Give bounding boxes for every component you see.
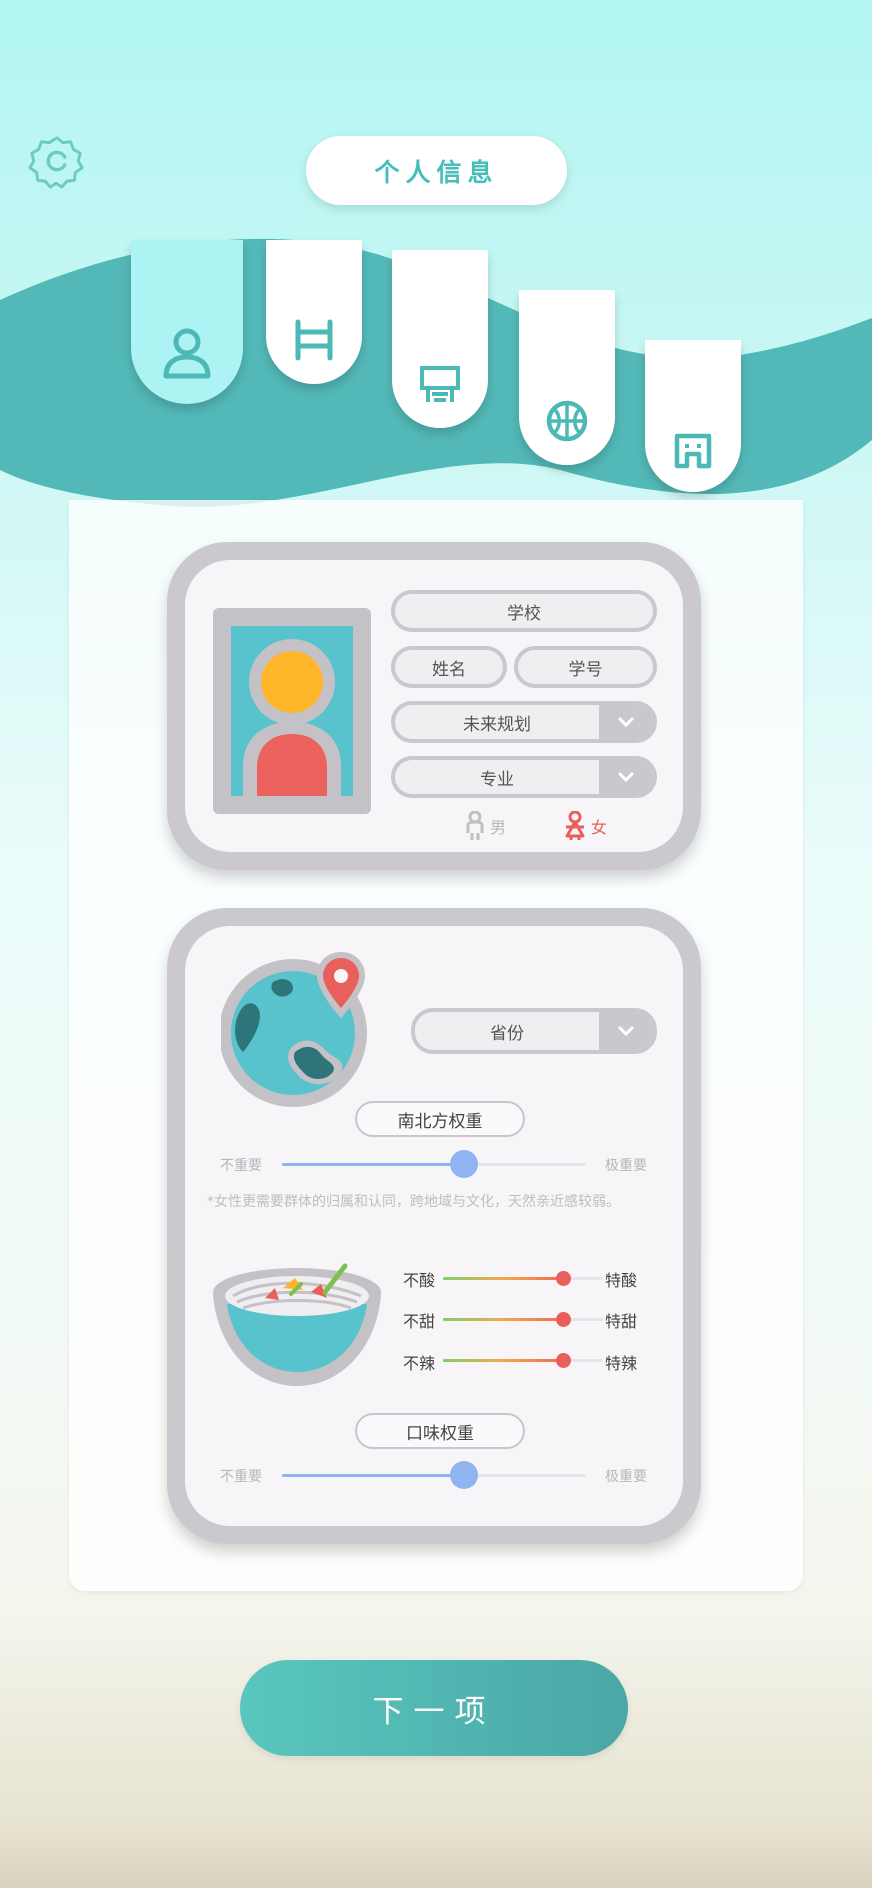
slider-fill bbox=[282, 1163, 465, 1166]
future-plan-select[interactable]: 未来规划 bbox=[391, 701, 657, 743]
region-weight-slider[interactable] bbox=[282, 1150, 586, 1178]
female-icon bbox=[565, 811, 585, 840]
gender-female-option[interactable]: 女 bbox=[563, 811, 607, 841]
spicy-slider[interactable] bbox=[443, 1353, 603, 1368]
region-note: *女性更需要群体的归属和认同，跨地域与文化，天然亲近感较弱。 bbox=[207, 1194, 620, 1210]
sweet-slider[interactable] bbox=[443, 1312, 603, 1327]
food-bowl-illustration bbox=[213, 1258, 383, 1392]
globe-pin-icon bbox=[219, 952, 367, 1107]
school-field[interactable]: 学校 bbox=[391, 590, 657, 632]
sweet-min-label: 不甜 bbox=[403, 1312, 436, 1331]
noodle-bowl-icon bbox=[213, 1263, 381, 1386]
male-label: 男 bbox=[490, 818, 507, 837]
male-icon bbox=[466, 811, 484, 840]
avatar-photo[interactable] bbox=[213, 608, 371, 814]
female-label: 女 bbox=[591, 818, 608, 837]
region-slider-max: 极重要 bbox=[605, 1158, 647, 1174]
spicy-max-label: 特辣 bbox=[605, 1354, 638, 1373]
slider-fill bbox=[443, 1318, 563, 1321]
taste-weight-label: 口味权重 bbox=[355, 1413, 525, 1449]
major-label: 专业 bbox=[480, 769, 514, 790]
slider-knob[interactable] bbox=[555, 1312, 571, 1327]
tab-lifestyle[interactable] bbox=[645, 340, 741, 492]
province-select[interactable]: 省份 bbox=[411, 1008, 657, 1054]
taste-weight-slider[interactable] bbox=[282, 1461, 586, 1489]
major-select[interactable]: 专业 bbox=[391, 756, 657, 798]
slider-knob[interactable] bbox=[555, 1353, 571, 1368]
page-title: 个人信息 bbox=[306, 136, 567, 205]
future-plan-label: 未来规划 bbox=[463, 714, 531, 735]
settings-icon[interactable] bbox=[28, 132, 86, 190]
chevron-down-icon bbox=[599, 705, 653, 739]
sweet-max-label: 特甜 bbox=[605, 1312, 638, 1331]
profile-card: 学校 姓名 学号 未来规划 专业 男 女 bbox=[167, 542, 701, 870]
tab-sports[interactable] bbox=[519, 290, 615, 465]
avatar-icon bbox=[231, 626, 353, 796]
sour-slider[interactable] bbox=[443, 1271, 603, 1286]
name-field[interactable]: 姓名 bbox=[391, 646, 507, 688]
chevron-down-icon bbox=[599, 1012, 653, 1050]
slider-fill bbox=[282, 1474, 465, 1477]
taste-slider-min: 不重要 bbox=[220, 1469, 262, 1485]
preferences-card: 省份 南北方权重 不重要 极重要 *女性更需要群体的归属和认同，跨地域与文化，天… bbox=[167, 908, 701, 1544]
tab-study[interactable] bbox=[392, 250, 488, 428]
desk-icon bbox=[420, 366, 460, 402]
person-icon bbox=[163, 328, 211, 379]
chevron-down-icon bbox=[599, 760, 653, 794]
next-button[interactable]: 下一项 bbox=[240, 1660, 628, 1756]
region-slider-min: 不重要 bbox=[220, 1158, 262, 1174]
taste-slider-max: 极重要 bbox=[605, 1469, 647, 1485]
student-id-field[interactable]: 学号 bbox=[514, 646, 657, 688]
basketball-icon bbox=[546, 400, 588, 442]
globe-illustration bbox=[219, 948, 371, 1112]
tab-personal-info[interactable] bbox=[131, 240, 243, 404]
door-icon bbox=[674, 433, 712, 469]
spicy-min-label: 不辣 bbox=[403, 1354, 436, 1373]
slider-fill bbox=[443, 1277, 563, 1280]
region-weight-label: 南北方权重 bbox=[355, 1101, 525, 1137]
province-label: 省份 bbox=[490, 1023, 524, 1044]
bed-icon bbox=[295, 319, 333, 361]
tab-dormitory[interactable] bbox=[266, 240, 362, 384]
slider-knob[interactable] bbox=[555, 1271, 571, 1286]
slider-fill bbox=[443, 1359, 563, 1362]
sour-min-label: 不酸 bbox=[403, 1271, 436, 1290]
sour-max-label: 特酸 bbox=[605, 1271, 638, 1290]
gender-male-option[interactable]: 男 bbox=[464, 811, 506, 841]
